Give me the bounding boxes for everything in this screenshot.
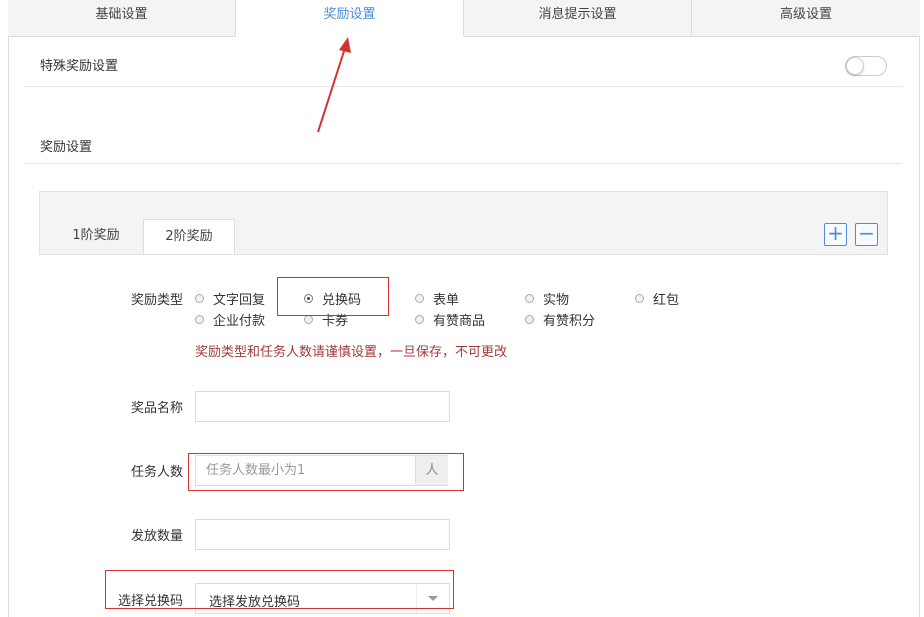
special-reward-toggle[interactable] <box>845 56 887 76</box>
prize-name-label: 奖品名称 <box>131 401 184 416</box>
task-count-unit: 人 <box>415 456 448 485</box>
radio-checked-icon <box>304 294 313 303</box>
radio-form[interactable]: 表单 <box>415 289 459 308</box>
tab-advanced-settings[interactable]: 高级设置 <box>692 0 920 37</box>
select-toggle[interactable] <box>416 584 449 613</box>
reward-type-warning: 奖励类型和任务人数请谨慎设置，一旦保存，不可更改 <box>195 345 508 360</box>
radio-icon <box>195 315 204 324</box>
radio-label: 红包 <box>653 293 680 308</box>
toggle-knob <box>846 57 864 75</box>
remove-level-button[interactable]: − <box>855 223 878 246</box>
reward-settings-label: 奖励设置 <box>40 140 93 155</box>
radio-icon <box>415 294 424 303</box>
radio-text-reply[interactable]: 文字回复 <box>195 289 265 308</box>
radio-icon <box>304 315 313 324</box>
radio-physical[interactable]: 实物 <box>525 289 569 308</box>
select-code-label: 选择兑换码 <box>118 594 184 609</box>
task-count-label: 任务人数 <box>131 465 184 480</box>
radio-label: 有赞积分 <box>543 314 596 329</box>
redeem-code-select[interactable]: 选择发放兑换码 <box>195 583 450 614</box>
radio-icon <box>635 294 644 303</box>
radio-label: 兑换码 <box>322 293 362 308</box>
radio-youzan-points[interactable]: 有赞积分 <box>525 310 595 329</box>
radio-label: 有赞商品 <box>433 314 486 329</box>
radio-youzan-product[interactable]: 有赞商品 <box>415 310 485 329</box>
radio-red-packet[interactable]: 红包 <box>635 289 679 308</box>
tab-level-1[interactable]: 1阶奖励 <box>57 219 135 255</box>
plus-icon: + <box>827 221 844 245</box>
panel-divider <box>39 254 888 255</box>
prize-name-input[interactable] <box>195 391 450 422</box>
radio-label: 卡券 <box>322 314 349 329</box>
issue-qty-input[interactable] <box>195 519 450 550</box>
tab-message-settings[interactable]: 消息提示设置 <box>464 0 692 37</box>
radio-coupon[interactable]: 卡券 <box>304 310 348 329</box>
add-level-button[interactable]: + <box>824 223 847 246</box>
chevron-down-icon <box>428 596 438 601</box>
divider <box>25 163 902 164</box>
settings-tabs: 基础设置 奖励设置 消息提示设置 高级设置 <box>8 0 920 38</box>
radio-icon <box>525 294 534 303</box>
radio-enterprise-payment[interactable]: 企业付款 <box>195 310 265 329</box>
tab-reward-settings[interactable]: 奖励设置 <box>236 0 464 37</box>
tab-level-2[interactable]: 2阶奖励 <box>143 219 235 255</box>
radio-label: 表单 <box>433 293 460 308</box>
radio-label: 企业付款 <box>213 314 266 329</box>
task-count-input[interactable] <box>195 455 448 486</box>
minus-icon: − <box>858 221 875 245</box>
radio-label: 文字回复 <box>213 293 266 308</box>
divider <box>25 86 902 87</box>
radio-label: 实物 <box>543 293 570 308</box>
radio-redeem-code[interactable]: 兑换码 <box>304 289 361 308</box>
radio-icon <box>525 315 534 324</box>
reward-type-label: 奖励类型 <box>131 293 184 308</box>
radio-icon <box>195 294 204 303</box>
select-value: 选择发放兑换码 <box>209 595 301 610</box>
radio-icon <box>415 315 424 324</box>
special-reward-label: 特殊奖励设置 <box>40 59 119 74</box>
tab-basic-settings[interactable]: 基础设置 <box>8 0 236 37</box>
issue-qty-label: 发放数量 <box>131 529 184 544</box>
